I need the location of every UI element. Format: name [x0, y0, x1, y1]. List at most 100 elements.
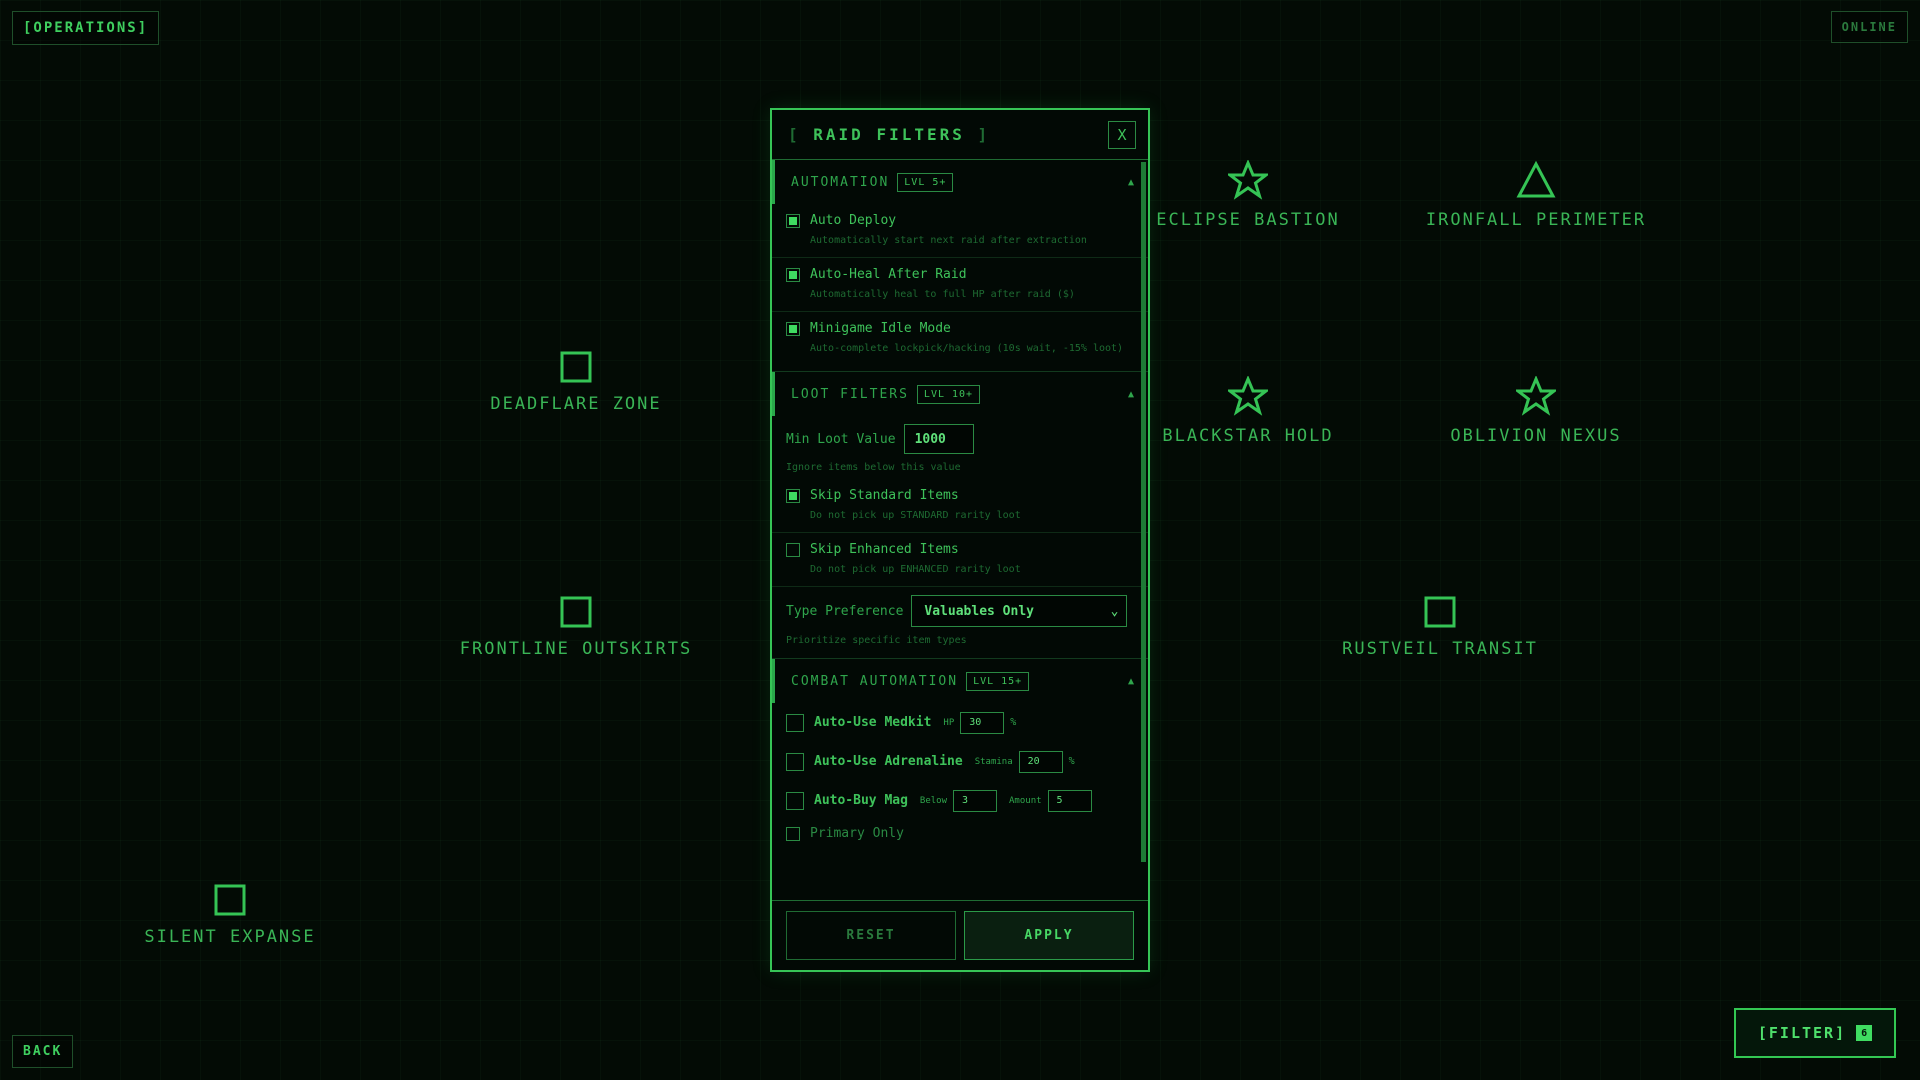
- option-description: Do not pick up STANDARD rarity loot: [810, 510, 1021, 521]
- zone-oblivion-nexus[interactable]: OBLIVION NEXUS: [1396, 376, 1676, 446]
- triangle-icon: [1516, 160, 1556, 198]
- level-badge: LVL 15+: [966, 671, 1030, 691]
- zone-silent-expanse[interactable]: SILENT EXPANSE: [90, 883, 370, 947]
- zone-blackstar-hold[interactable]: BLACKSTAR HOLD: [1108, 376, 1388, 446]
- type-preference-hint: Prioritize specific item types: [786, 635, 967, 646]
- raid-filters-modal: [ RAID FILTERS ] X AUTOMATION LVL 5+ ▲ A…: [770, 108, 1150, 972]
- adrenaline-label: Auto-Use Adrenaline: [814, 754, 963, 769]
- automation-section-header[interactable]: AUTOMATION LVL 5+ ▲: [772, 160, 1148, 204]
- zone-name: FRONTLINE OUTSKIRTS: [459, 639, 693, 659]
- checkbox[interactable]: [786, 268, 800, 282]
- checkbox[interactable]: [786, 713, 804, 732]
- square-icon: [560, 596, 592, 628]
- type-preference-label: Type Preference: [786, 603, 904, 619]
- checkbox[interactable]: [786, 214, 800, 228]
- option-auto-deploy[interactable]: Auto Deploy Automatically start next rai…: [772, 204, 1148, 258]
- loot-section-header[interactable]: LOOT FILTERS LVL 10+ ▲: [772, 372, 1148, 416]
- filter-button[interactable]: [FILTER] 6: [1734, 1008, 1896, 1058]
- checkbox[interactable]: [786, 752, 804, 771]
- type-preference-select[interactable]: Valuables Only ⌄: [911, 595, 1128, 627]
- auto-medkit-row: Auto-Use Medkit HP 30 %: [772, 703, 1148, 742]
- modal-footer: RESET APPLY: [772, 900, 1148, 970]
- medkit-label: Auto-Use Medkit: [814, 715, 932, 730]
- checkbox[interactable]: [786, 791, 804, 810]
- apply-button[interactable]: APPLY: [964, 911, 1134, 960]
- option-label: Auto Deploy: [810, 213, 897, 228]
- below-label: Below: [919, 795, 948, 806]
- zone-name: RUSTVEIL TRANSIT: [1342, 639, 1538, 659]
- chevron-up-icon[interactable]: ▲: [1128, 676, 1134, 687]
- modal-body: AUTOMATION LVL 5+ ▲ Auto Deploy Automati…: [772, 160, 1148, 900]
- modal-title: [ RAID FILTERS ]: [788, 125, 991, 144]
- online-status: ONLINE: [1830, 11, 1908, 43]
- checkbox[interactable]: [786, 489, 800, 503]
- chevron-up-icon[interactable]: ▲: [1128, 389, 1134, 400]
- hp-threshold-input[interactable]: 30: [960, 711, 1005, 734]
- zone-name: BLACKSTAR HOLD: [1162, 426, 1334, 446]
- loot-filters-section: LOOT FILTERS LVL 10+ ▲ Min Loot Value Ig…: [772, 372, 1148, 659]
- automation-section: AUTOMATION LVL 5+ ▲ Auto Deploy Automati…: [772, 160, 1148, 372]
- checkbox[interactable]: [786, 543, 800, 557]
- zone-frontline-outskirts[interactable]: FRONTLINE OUTSKIRTS: [436, 595, 716, 659]
- close-button[interactable]: X: [1108, 120, 1136, 149]
- select-value: Valuables Only: [924, 603, 1034, 619]
- primary-only-row[interactable]: Primary Only: [772, 820, 1148, 847]
- option-description: Automatically heal to full HP after raid…: [810, 289, 1075, 300]
- star-icon: [1228, 376, 1268, 416]
- zone-eclipse-bastion[interactable]: ECLIPSE BASTION: [1108, 160, 1388, 230]
- zone-name: ECLIPSE BASTION: [1156, 210, 1340, 230]
- section-title: LOOT FILTERS: [791, 386, 909, 402]
- buy-mag-label: Auto-Buy Mag: [814, 793, 908, 808]
- operations-button[interactable]: [OPERATIONS]: [12, 11, 160, 45]
- type-preference-row: Type Preference Valuables Only ⌄: [772, 587, 1148, 635]
- zone-deadflare-zone[interactable]: DEADFLARE ZONE: [436, 350, 716, 414]
- combat-automation-section: COMBAT AUTOMATION LVL 15+ ▲ Auto-Use Med…: [772, 659, 1148, 853]
- min-loot-label: Min Loot Value: [786, 431, 896, 447]
- min-loot-input[interactable]: [903, 424, 974, 454]
- hp-label: HP: [943, 717, 955, 728]
- square-icon: [214, 884, 246, 916]
- square-icon: [560, 351, 592, 383]
- section-title: COMBAT AUTOMATION: [791, 673, 959, 689]
- back-button[interactable]: BACK: [12, 1035, 74, 1068]
- option-description: Do not pick up ENHANCED rarity loot: [810, 564, 1021, 575]
- zone-name: IRONFALL PERIMETER: [1425, 210, 1647, 230]
- amount-label: Amount: [1009, 795, 1042, 806]
- zone-name: OBLIVION NEXUS: [1450, 426, 1622, 446]
- option-skip-enhanced[interactable]: Skip Enhanced Items Do not pick up ENHAN…: [772, 533, 1148, 587]
- star-icon: [1228, 160, 1268, 200]
- percent-unit: %: [1068, 756, 1075, 767]
- percent-unit: %: [1010, 717, 1017, 728]
- option-auto-heal[interactable]: Auto-Heal After Raid Automatically heal …: [772, 258, 1148, 312]
- min-loot-hint: Ignore items below this value: [786, 462, 961, 473]
- chevron-down-icon: ⌄: [1110, 603, 1119, 619]
- level-badge: LVL 5+: [897, 172, 954, 192]
- zone-name: DEADFLARE ZONE: [490, 394, 662, 414]
- checkbox[interactable]: [786, 827, 800, 841]
- option-label: Skip Standard Items: [810, 488, 959, 503]
- scrollbar[interactable]: [1141, 162, 1146, 862]
- reset-button[interactable]: RESET: [786, 911, 956, 960]
- primary-only-label: Primary Only: [810, 826, 904, 841]
- stamina-label: Stamina: [974, 756, 1013, 767]
- stamina-threshold-input[interactable]: 20: [1018, 750, 1063, 773]
- option-label: Minigame Idle Mode: [810, 321, 951, 336]
- chevron-up-icon[interactable]: ▲: [1128, 177, 1134, 188]
- auto-buy-mag-row: Auto-Buy Mag Below 3 Amount 5: [772, 781, 1148, 820]
- amount-input[interactable]: 5: [1047, 789, 1092, 812]
- zone-rustveil-transit[interactable]: RUSTVEIL TRANSIT: [1300, 595, 1580, 659]
- combat-section-header[interactable]: COMBAT AUTOMATION LVL 15+ ▲: [772, 659, 1148, 703]
- below-input[interactable]: 3: [953, 789, 998, 812]
- star-icon: [1516, 376, 1556, 416]
- option-description: Auto-complete lockpick/hacking (10s wait…: [810, 343, 1124, 354]
- filter-count-badge: 6: [1856, 1025, 1873, 1041]
- option-label: Auto-Heal After Raid: [810, 267, 967, 282]
- modal-header: [ RAID FILTERS ] X: [772, 110, 1148, 160]
- min-loot-row: Min Loot Value: [772, 416, 1148, 462]
- checkbox[interactable]: [786, 322, 800, 336]
- option-skip-standard[interactable]: Skip Standard Items Do not pick up STAND…: [772, 479, 1148, 533]
- option-minigame-idle[interactable]: Minigame Idle Mode Auto-complete lockpic…: [772, 312, 1148, 365]
- square-icon: [1424, 596, 1456, 628]
- zone-ironfall-perimeter[interactable]: IRONFALL PERIMETER: [1396, 160, 1676, 230]
- zone-name: SILENT EXPANSE: [144, 927, 316, 947]
